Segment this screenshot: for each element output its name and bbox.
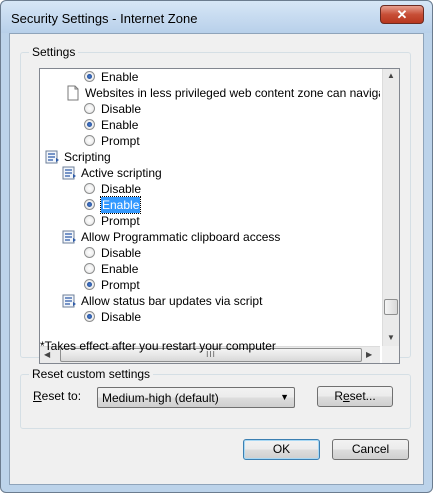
cancel-button[interactable]: Cancel xyxy=(332,439,409,460)
settings-listbox[interactable]: Enable Websites in less privileged web co… xyxy=(39,68,400,364)
radio-option-label[interactable]: Disable xyxy=(101,245,141,261)
category-label: Scripting xyxy=(64,150,111,164)
scroll-down-arrow-icon[interactable]: ▼ xyxy=(386,333,396,342)
vertical-scrollbar[interactable]: ▲ ▼ xyxy=(382,69,399,346)
ok-button[interactable]: OK xyxy=(243,439,320,460)
radio-button[interactable] xyxy=(84,119,95,130)
page-icon xyxy=(66,85,82,101)
chevron-down-icon: ▼ xyxy=(280,392,289,402)
scroll-up-arrow-icon[interactable]: ▲ xyxy=(386,71,396,80)
radio-option-label[interactable]: Prompt xyxy=(101,133,140,149)
radio-option-label[interactable]: Disable xyxy=(101,101,141,117)
close-button[interactable]: ✕ xyxy=(380,5,424,24)
radio-button[interactable] xyxy=(84,183,95,194)
radio-option-label[interactable]: Enable xyxy=(99,196,142,214)
title-bar[interactable]: Security Settings - Internet Zone ✕ xyxy=(1,1,432,33)
reset-level-select[interactable]: Medium-high (default) ▼ xyxy=(97,387,295,408)
setting-label: Active scripting xyxy=(81,166,162,180)
radio-option-label[interactable]: Enable xyxy=(101,69,138,85)
reset-group-label: Reset custom settings xyxy=(29,367,154,381)
script-icon xyxy=(45,149,61,165)
radio-option-label[interactable]: Enable xyxy=(101,117,138,133)
setting-label: Allow Programmatic clipboard access xyxy=(81,230,281,244)
radio-button[interactable] xyxy=(84,215,95,226)
reset-to-label: Reset to: xyxy=(33,389,82,403)
restart-note: *Takes effect after you restart your com… xyxy=(40,339,276,353)
vertical-scroll-thumb[interactable] xyxy=(384,299,398,315)
window-title: Security Settings - Internet Zone xyxy=(11,11,198,26)
script-icon xyxy=(62,293,78,309)
dialog-client-area: Settings Enable Websites in less privileg… xyxy=(9,33,424,485)
close-icon: ✕ xyxy=(396,6,408,22)
radio-button[interactable] xyxy=(84,247,95,258)
radio-option-label[interactable]: Prompt xyxy=(101,213,140,229)
scrollbar-corner xyxy=(382,346,399,363)
setting-label: Allow status bar updates via script xyxy=(81,294,263,308)
radio-button[interactable] xyxy=(84,135,95,146)
radio-button[interactable] xyxy=(84,71,95,82)
setting-label: Websites in less privileged web content … xyxy=(85,86,380,100)
radio-button[interactable] xyxy=(84,279,95,290)
security-settings-window: Security Settings - Internet Zone ✕ Sett… xyxy=(0,0,433,493)
reset-button[interactable]: Reset... xyxy=(317,386,393,407)
radio-button[interactable] xyxy=(84,103,95,114)
script-icon xyxy=(62,229,78,245)
radio-option-label[interactable]: Prompt xyxy=(101,277,140,293)
radio-option-label[interactable]: Disable xyxy=(101,181,141,197)
script-icon xyxy=(62,165,78,181)
settings-group-label: Settings xyxy=(29,45,79,59)
radio-option-label[interactable]: Enable xyxy=(101,261,138,277)
scroll-right-arrow-icon[interactable]: ▶ xyxy=(366,350,372,359)
reset-level-value: Medium-high (default) xyxy=(102,391,219,405)
radio-button[interactable] xyxy=(84,311,95,322)
radio-option-label[interactable]: Disable xyxy=(101,309,141,325)
radio-button[interactable] xyxy=(84,263,95,274)
radio-button[interactable] xyxy=(84,199,95,210)
settings-list-content: Enable Websites in less privileged web co… xyxy=(40,69,380,346)
